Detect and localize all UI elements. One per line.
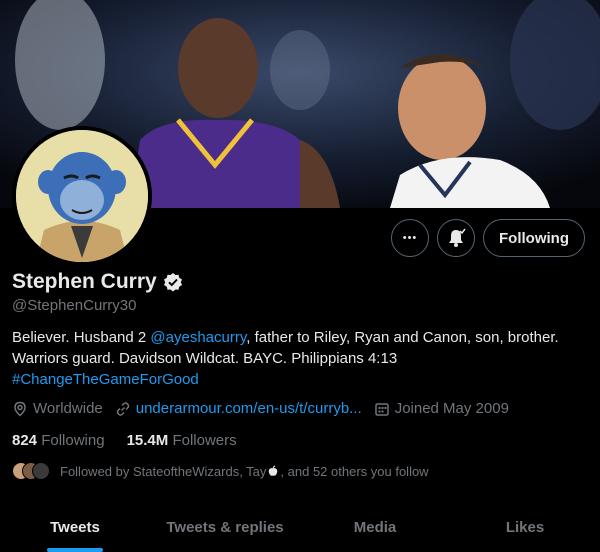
active-tab-indicator	[47, 548, 103, 552]
followers-label: Followers	[172, 432, 237, 449]
profile-meta: Worldwide underarmour.com/en-us/t/curryb…	[12, 400, 521, 417]
more-options-button[interactable]: •••	[391, 219, 429, 257]
profile-name: Stephen Curry	[12, 270, 157, 293]
profile-avatar[interactable]	[12, 126, 152, 266]
joined-date: Joined May 2009	[394, 400, 509, 417]
profile-handle: @StephenCurry30	[12, 297, 137, 314]
more-icon: •••	[402, 232, 418, 244]
following-count: 824	[12, 432, 38, 449]
tab-label: Tweets & replies	[166, 518, 284, 536]
location-pin-icon	[14, 401, 26, 417]
tab-tweets-replies[interactable]: Tweets & replies	[150, 502, 300, 552]
joined-item: Joined May 2009	[374, 400, 509, 417]
tab-media[interactable]: Media	[300, 502, 450, 552]
followed-by-row[interactable]: Followed by StateoftheWizards, Tay , and…	[12, 462, 429, 480]
followers-count: 15.4M	[126, 432, 169, 449]
profile-name-row: Stephen Curry	[12, 270, 183, 294]
following-count-link[interactable]: 824 Following	[12, 432, 105, 449]
link-icon	[116, 401, 129, 416]
website-item[interactable]: underarmour.com/en-us/t/curryb...	[115, 400, 362, 417]
followed-by-suffix: , and 52 others you follow	[280, 463, 429, 479]
tab-label: Tweets	[50, 518, 100, 536]
tab-likes[interactable]: Likes	[450, 502, 600, 552]
location-item: Worldwide	[12, 400, 103, 417]
following-button-label: Following	[499, 229, 569, 247]
followers-count-link[interactable]: 15.4M Followers	[127, 432, 237, 449]
location-text: Worldwide	[33, 400, 103, 417]
profile-tabs: Tweets Tweets & replies Media Likes	[0, 502, 600, 552]
follow-counts: 824 Following 15.4M Followers	[12, 432, 259, 449]
bio-mention-link[interactable]: @ayeshacurry	[150, 329, 246, 346]
follower-avatar	[32, 462, 50, 480]
tab-label: Media	[353, 518, 397, 536]
bio-hashtag-link[interactable]: #ChangeTheGameForGood	[12, 371, 199, 388]
website-link[interactable]: underarmour.com/en-us/t/curryb...	[136, 400, 362, 417]
calendar-icon	[374, 402, 389, 416]
followed-by-text: Followed by StateoftheWizards, Tay	[60, 463, 267, 479]
profile-bio: Believer. Husband 2 @ayeshacurry, father…	[12, 327, 592, 390]
tab-label: Likes	[505, 518, 545, 536]
follower-avatars	[12, 462, 52, 480]
apple-emoji-icon	[269, 465, 278, 476]
verified-badge-icon[interactable]	[163, 272, 183, 292]
following-label: Following	[41, 432, 105, 449]
notifications-button[interactable]	[437, 219, 475, 257]
bell-plus-icon	[449, 228, 466, 247]
bio-text: Believer. Husband 2	[12, 329, 151, 346]
tab-tweets[interactable]: Tweets	[0, 502, 150, 552]
ape-avatar-icon	[16, 130, 148, 262]
following-button[interactable]: Following	[483, 219, 585, 257]
